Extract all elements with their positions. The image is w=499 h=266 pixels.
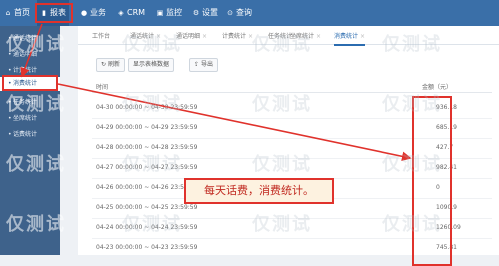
sidebar-item-call-detail[interactable]: •通话明细: [0, 48, 60, 62]
row-time: 04-28 00:00:00 ~ 04-28 23:59:59: [96, 144, 198, 151]
close-icon[interactable]: ×: [316, 33, 321, 40]
search-icon: ⊙: [227, 9, 233, 17]
nav-item-settings[interactable]: ⚙ 设置: [192, 0, 218, 26]
close-icon[interactable]: ×: [202, 33, 207, 40]
show-table-data-button[interactable]: 显示表格数据: [128, 58, 175, 72]
row-time: 04-27 00:00:00 ~ 04-27 23:59:59: [96, 164, 198, 171]
export-icon: ⇪: [194, 61, 201, 68]
export-button[interactable]: ⇪ 导出: [189, 58, 218, 72]
sidebar-item-agent-stats[interactable]: •坐席统计: [0, 112, 60, 126]
tab-call-stats[interactable]: 通话统计 ×: [130, 30, 161, 44]
tab-label: 任务统计: [268, 33, 293, 40]
tab-label: 消费统计: [334, 33, 359, 40]
export-label: 导出: [200, 61, 213, 68]
highlight-box-reports: [35, 3, 73, 23]
sidebar-item-label: 任务统计: [13, 99, 38, 106]
row-time: 04-25 00:00:00 ~ 04-25 23:59:59: [96, 204, 198, 211]
tab-label: 通话统计: [130, 33, 155, 40]
column-header-amount: 金额（元）: [422, 84, 453, 91]
tab-workbench[interactable]: 工作台: [92, 30, 110, 44]
sidebar-item-label: 计费统计: [13, 67, 38, 74]
close-icon[interactable]: ×: [156, 33, 161, 40]
sidebar-item-call-stats[interactable]: •通话统计: [0, 32, 60, 46]
home-icon: ⌂: [5, 9, 11, 17]
monitor-icon: ▣: [156, 9, 164, 17]
sidebar-item-label: 坐席统计: [13, 115, 38, 122]
tab-call-detail[interactable]: 通话明细 ×: [176, 30, 207, 44]
row-time: 04-23 00:00:00 ~ 04-23 23:59:59: [96, 244, 198, 251]
nav-label: 设置: [202, 8, 218, 17]
highlight-box-sidebar: [2, 75, 58, 91]
row-time: 04-29 00:00:00 ~ 04-29 23:59:59: [96, 124, 198, 131]
tab-label: 坐席统计: [290, 33, 315, 40]
nav-label: 首页: [14, 8, 30, 17]
nav-label: 查询: [236, 8, 252, 17]
nav-item-monitor[interactable]: ▣ 监控: [156, 0, 182, 26]
annotation-callout: 每天话费，消费统计。: [184, 178, 334, 204]
refresh-label: 刷新: [107, 61, 120, 68]
nav-item-query[interactable]: ⊙ 查询: [226, 0, 252, 26]
highlight-box-amount-column: [412, 96, 452, 266]
gear-icon: ⚙: [192, 9, 200, 17]
tab-agent-stats[interactable]: 坐席统计 ×: [290, 30, 321, 44]
refresh-button[interactable]: ↻ 刷新: [96, 58, 125, 72]
nav-label: 监控: [166, 8, 182, 17]
refresh-icon: ↻: [101, 61, 108, 68]
column-header-time: 时间: [96, 84, 109, 91]
header-divider: [92, 92, 492, 93]
row-time: 04-26 00:00:00 ~ 04-26 23:59:59: [96, 184, 198, 191]
sidebar-item-label: 通话统计: [13, 35, 38, 42]
close-icon[interactable]: ×: [248, 33, 253, 40]
nav-label: 业务: [90, 8, 106, 17]
tab-bar: 工作台 通话统计 × 通话明细 × 计费统计 × 任务统计 × 坐席统计 × 消费统计 ×: [78, 30, 499, 46]
tab-billing-stats[interactable]: 计费统计 ×: [222, 30, 253, 44]
user-icon: ●: [80, 9, 88, 17]
nav-item-crm[interactable]: ◈ CRM: [117, 0, 145, 26]
tab-label: 计费统计: [222, 33, 247, 40]
main-panel: 工作台 通话统计 × 通话明细 × 计费统计 × 任务统计 × 坐席统计 × 消费统计 × …: [78, 26, 499, 266]
show-data-label: 显示表格数据: [133, 61, 170, 68]
row-time: 04-24 00:00:00 ~ 04-24 23:59:59: [96, 224, 198, 231]
top-nav: ⌂ 首页 ▮ 报表 ● 业务 ◈ CRM ▣ 监控 ⚙ 设置 ⊙ 查询: [0, 0, 499, 26]
crm-icon: ◈: [118, 9, 124, 17]
sidebar-item-fee-stats[interactable]: •话费统计: [0, 128, 60, 142]
nav-item-business[interactable]: ● 业务: [80, 0, 106, 26]
row-time: 04-30 00:00:00 ~ 04-30 23:59:59: [96, 104, 198, 111]
tab-consumption-stats[interactable]: 消费统计 ×: [334, 30, 366, 46]
nav-label: CRM: [127, 8, 146, 17]
sidebar-item-label: 通话明细: [13, 51, 38, 58]
sidebar: •通话统计 •通话明细 •计费统计 •消费统计 •任务统计 •坐席统计 •话费统…: [0, 26, 60, 255]
tab-label: 工作台: [92, 33, 111, 40]
tab-label: 通话明细: [176, 33, 201, 40]
nav-item-home[interactable]: ⌂ 首页: [4, 0, 30, 26]
close-icon[interactable]: ×: [360, 33, 365, 40]
sidebar-item-task-stats[interactable]: •任务统计: [0, 96, 60, 110]
sidebar-item-label: 话费统计: [13, 131, 38, 138]
